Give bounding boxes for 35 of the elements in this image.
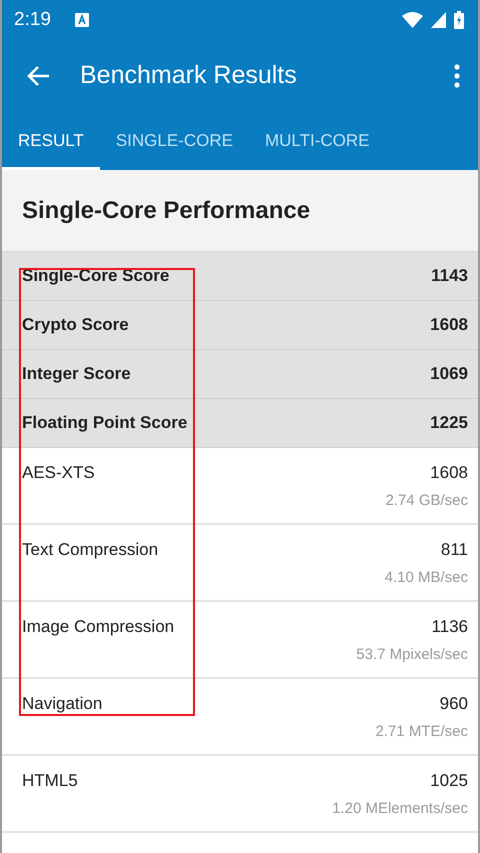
- tab[interactable]: SINGLE-CORE: [100, 112, 249, 170]
- score-value: 1608: [430, 314, 468, 336]
- benchmark-score: 1136: [431, 616, 468, 638]
- score-value: 1069: [430, 363, 468, 386]
- benchmark-score: 1025: [430, 770, 468, 792]
- score-value: 1225: [430, 412, 468, 434]
- score-label: Crypto Score: [22, 314, 129, 336]
- screen-title: Benchmark Results: [80, 60, 297, 92]
- benchmark-name: Image Compression: [22, 616, 174, 638]
- benchmark-rate: 2.74 GB/sec: [385, 490, 468, 510]
- notification-icon: [74, 13, 89, 27]
- section-title: Single-Core Performance: [22, 196, 310, 226]
- benchmark-rate: 4.10 MB/sec: [384, 568, 468, 588]
- more-options-icon[interactable]: [454, 64, 460, 88]
- status-time: 2:19: [14, 8, 51, 32]
- benchmark-score: 1608: [430, 462, 468, 484]
- benchmark-rate: 53.7 Mpixels/sec: [356, 644, 468, 664]
- score-label: Single-Core Score: [22, 265, 170, 288]
- benchmark-score: 811: [440, 539, 468, 561]
- back-arrow-icon[interactable]: [26, 65, 50, 87]
- benchmark-score: 960: [440, 693, 468, 715]
- benchmark-name: Navigation: [22, 693, 102, 715]
- signal-icon: [431, 12, 446, 28]
- score-label: Floating Point Score: [22, 412, 188, 434]
- benchmark-name: HTML5: [22, 770, 78, 792]
- benchmark-rate: 1.20 MElements/sec: [332, 798, 468, 818]
- benchmark-name: Text Compression: [22, 539, 158, 561]
- benchmark-rate: 2.71 MTE/sec: [375, 722, 468, 742]
- tab[interactable]: MULTI-CORE: [248, 112, 386, 170]
- score-label: Integer Score: [22, 363, 131, 386]
- battery-icon: [454, 11, 464, 29]
- tab[interactable]: RESULT: [2, 112, 100, 170]
- benchmark-name: AES-XTS: [22, 462, 95, 484]
- wifi-icon: [402, 12, 423, 28]
- score-value: 1143: [431, 265, 468, 288]
